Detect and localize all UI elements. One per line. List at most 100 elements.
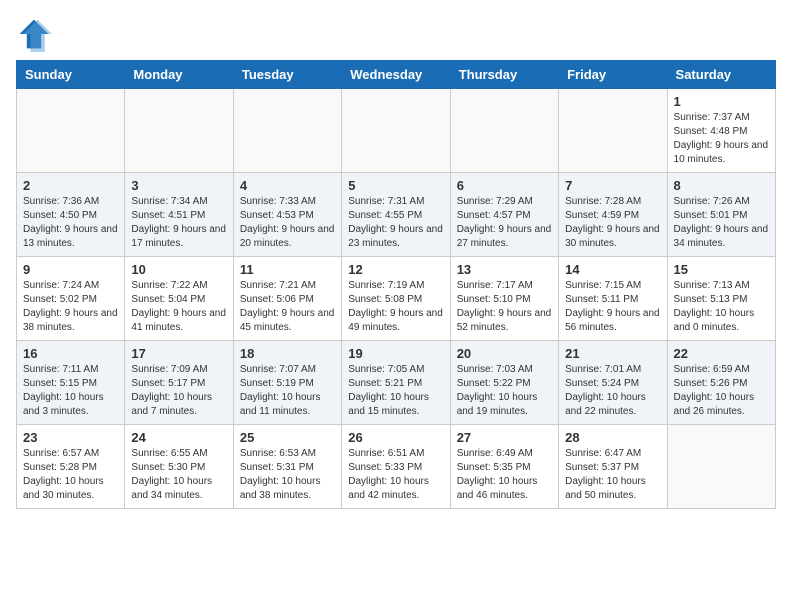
day-info: Sunrise: 7:03 AM Sunset: 5:22 PM Dayligh… xyxy=(457,363,552,419)
day-info: Sunrise: 7:29 AM Sunset: 4:57 PM Dayligh… xyxy=(457,195,552,251)
day-info: Sunrise: 7:15 AM Sunset: 5:11 PM Dayligh… xyxy=(565,279,660,335)
calendar-cell: 1 Sunrise: 7:37 AM Sunset: 4:48 PM Daylig… xyxy=(667,89,775,173)
calendar-cell: 17Sunrise: 7:09 AM Sunset: 5:17 PM Dayli… xyxy=(125,341,233,425)
calendar-cell: 8 Sunrise: 7:26 AM Sunset: 5:01 PM Daylig… xyxy=(667,173,775,257)
day-info: Sunrise: 6:49 AM Sunset: 5:35 PM Dayligh… xyxy=(457,447,552,503)
day-number: 5 xyxy=(348,178,443,193)
calendar-cell: 14 Sunrise: 7:15 AM Sunset: 5:11 PM Dayli… xyxy=(559,257,667,341)
day-info: Sunrise: 7:05 AM Sunset: 5:21 PM Dayligh… xyxy=(348,363,443,419)
day-number: 2 xyxy=(23,178,118,193)
calendar-table: SundayMondayTuesdayWednesdayThursdayFrid… xyxy=(16,60,776,509)
day-info: Sunrise: 6:51 AM Sunset: 5:33 PM Dayligh… xyxy=(348,447,443,503)
day-number: 1 xyxy=(674,94,769,109)
calendar-cell: 25 Sunrise: 6:53 AM Sunset: 5:31 PM Dayli… xyxy=(233,425,341,509)
day-number: 11 xyxy=(240,262,335,277)
day-number: 10 xyxy=(131,262,226,277)
calendar-week-row: 16Sunrise: 7:11 AM Sunset: 5:15 PM Dayli… xyxy=(17,341,776,425)
calendar-cell xyxy=(17,89,125,173)
day-info: Sunrise: 7:21 AM Sunset: 5:06 PM Dayligh… xyxy=(240,279,335,335)
day-number: 24 xyxy=(131,430,226,445)
day-number: 18 xyxy=(240,346,335,361)
calendar-header-row: SundayMondayTuesdayWednesdayThursdayFrid… xyxy=(17,61,776,89)
calendar-cell: 23Sunrise: 6:57 AM Sunset: 5:28 PM Dayli… xyxy=(17,425,125,509)
logo xyxy=(16,16,56,52)
calendar-cell: 21 Sunrise: 7:01 AM Sunset: 5:24 PM Dayli… xyxy=(559,341,667,425)
day-number: 8 xyxy=(674,178,769,193)
calendar-cell: 15 Sunrise: 7:13 AM Sunset: 5:13 PM Dayli… xyxy=(667,257,775,341)
calendar-cell: 27 Sunrise: 6:49 AM Sunset: 5:35 PM Dayli… xyxy=(450,425,558,509)
calendar-cell: 20Sunrise: 7:03 AM Sunset: 5:22 PM Dayli… xyxy=(450,341,558,425)
day-number: 3 xyxy=(131,178,226,193)
calendar-cell: 16Sunrise: 7:11 AM Sunset: 5:15 PM Dayli… xyxy=(17,341,125,425)
day-number: 7 xyxy=(565,178,660,193)
calendar-cell xyxy=(233,89,341,173)
day-info: Sunrise: 6:53 AM Sunset: 5:31 PM Dayligh… xyxy=(240,447,335,503)
day-info: Sunrise: 7:13 AM Sunset: 5:13 PM Dayligh… xyxy=(674,279,769,335)
calendar-cell: 22 Sunrise: 6:59 AM Sunset: 5:26 PM Dayli… xyxy=(667,341,775,425)
calendar-week-row: 1 Sunrise: 7:37 AM Sunset: 4:48 PM Daylig… xyxy=(17,89,776,173)
day-info: Sunrise: 7:36 AM Sunset: 4:50 PM Dayligh… xyxy=(23,195,118,251)
day-info: Sunrise: 7:33 AM Sunset: 4:53 PM Dayligh… xyxy=(240,195,335,251)
calendar-cell: 12 Sunrise: 7:19 AM Sunset: 5:08 PM Dayli… xyxy=(342,257,450,341)
day-number: 9 xyxy=(23,262,118,277)
day-info: Sunrise: 7:19 AM Sunset: 5:08 PM Dayligh… xyxy=(348,279,443,335)
calendar-cell: 3Sunrise: 7:34 AM Sunset: 4:51 PM Daylig… xyxy=(125,173,233,257)
page-header xyxy=(16,16,776,52)
calendar-cell: 4Sunrise: 7:33 AM Sunset: 4:53 PM Daylig… xyxy=(233,173,341,257)
day-number: 22 xyxy=(674,346,769,361)
day-number: 26 xyxy=(348,430,443,445)
day-info: Sunrise: 7:22 AM Sunset: 5:04 PM Dayligh… xyxy=(131,279,226,335)
day-info: Sunrise: 7:28 AM Sunset: 4:59 PM Dayligh… xyxy=(565,195,660,251)
day-number: 13 xyxy=(457,262,552,277)
calendar-cell: 6 Sunrise: 7:29 AM Sunset: 4:57 PM Daylig… xyxy=(450,173,558,257)
calendar-cell xyxy=(667,425,775,509)
calendar-cell: 2 Sunrise: 7:36 AM Sunset: 4:50 PM Daylig… xyxy=(17,173,125,257)
calendar-cell xyxy=(450,89,558,173)
logo-icon xyxy=(16,16,52,52)
day-number: 15 xyxy=(674,262,769,277)
calendar-cell: 24 Sunrise: 6:55 AM Sunset: 5:30 PM Dayli… xyxy=(125,425,233,509)
calendar-cell: 10 Sunrise: 7:22 AM Sunset: 5:04 PM Dayli… xyxy=(125,257,233,341)
calendar-cell: 19 Sunrise: 7:05 AM Sunset: 5:21 PM Dayli… xyxy=(342,341,450,425)
calendar-cell: 11 Sunrise: 7:21 AM Sunset: 5:06 PM Dayli… xyxy=(233,257,341,341)
day-info: Sunrise: 7:37 AM Sunset: 4:48 PM Dayligh… xyxy=(674,111,769,167)
weekday-header: Wednesday xyxy=(342,61,450,89)
day-info: Sunrise: 6:55 AM Sunset: 5:30 PM Dayligh… xyxy=(131,447,226,503)
day-info: Sunrise: 7:07 AM Sunset: 5:19 PM Dayligh… xyxy=(240,363,335,419)
calendar-cell xyxy=(125,89,233,173)
weekday-header: Monday xyxy=(125,61,233,89)
calendar-cell xyxy=(342,89,450,173)
day-info: Sunrise: 7:26 AM Sunset: 5:01 PM Dayligh… xyxy=(674,195,769,251)
calendar-cell: 5 Sunrise: 7:31 AM Sunset: 4:55 PM Daylig… xyxy=(342,173,450,257)
day-info: Sunrise: 7:31 AM Sunset: 4:55 PM Dayligh… xyxy=(348,195,443,251)
day-number: 28 xyxy=(565,430,660,445)
weekday-header: Thursday xyxy=(450,61,558,89)
calendar-week-row: 2 Sunrise: 7:36 AM Sunset: 4:50 PM Daylig… xyxy=(17,173,776,257)
day-info: Sunrise: 6:59 AM Sunset: 5:26 PM Dayligh… xyxy=(674,363,769,419)
weekday-header: Friday xyxy=(559,61,667,89)
day-info: Sunrise: 7:01 AM Sunset: 5:24 PM Dayligh… xyxy=(565,363,660,419)
day-number: 27 xyxy=(457,430,552,445)
weekday-header: Sunday xyxy=(17,61,125,89)
day-number: 12 xyxy=(348,262,443,277)
day-info: Sunrise: 7:11 AM Sunset: 5:15 PM Dayligh… xyxy=(23,363,118,419)
day-info: Sunrise: 6:57 AM Sunset: 5:28 PM Dayligh… xyxy=(23,447,118,503)
calendar-cell: 9 Sunrise: 7:24 AM Sunset: 5:02 PM Daylig… xyxy=(17,257,125,341)
day-number: 6 xyxy=(457,178,552,193)
calendar-cell: 26 Sunrise: 6:51 AM Sunset: 5:33 PM Dayli… xyxy=(342,425,450,509)
calendar-cell xyxy=(559,89,667,173)
calendar-week-row: 9 Sunrise: 7:24 AM Sunset: 5:02 PM Daylig… xyxy=(17,257,776,341)
day-number: 14 xyxy=(565,262,660,277)
weekday-header: Saturday xyxy=(667,61,775,89)
day-number: 25 xyxy=(240,430,335,445)
calendar-cell: 18 Sunrise: 7:07 AM Sunset: 5:19 PM Dayli… xyxy=(233,341,341,425)
day-number: 19 xyxy=(348,346,443,361)
day-number: 21 xyxy=(565,346,660,361)
day-info: Sunrise: 7:09 AM Sunset: 5:17 PM Dayligh… xyxy=(131,363,226,419)
day-info: Sunrise: 6:47 AM Sunset: 5:37 PM Dayligh… xyxy=(565,447,660,503)
day-info: Sunrise: 7:17 AM Sunset: 5:10 PM Dayligh… xyxy=(457,279,552,335)
calendar-cell: 7 Sunrise: 7:28 AM Sunset: 4:59 PM Daylig… xyxy=(559,173,667,257)
weekday-header: Tuesday xyxy=(233,61,341,89)
day-info: Sunrise: 7:24 AM Sunset: 5:02 PM Dayligh… xyxy=(23,279,118,335)
calendar-cell: 13 Sunrise: 7:17 AM Sunset: 5:10 PM Dayli… xyxy=(450,257,558,341)
